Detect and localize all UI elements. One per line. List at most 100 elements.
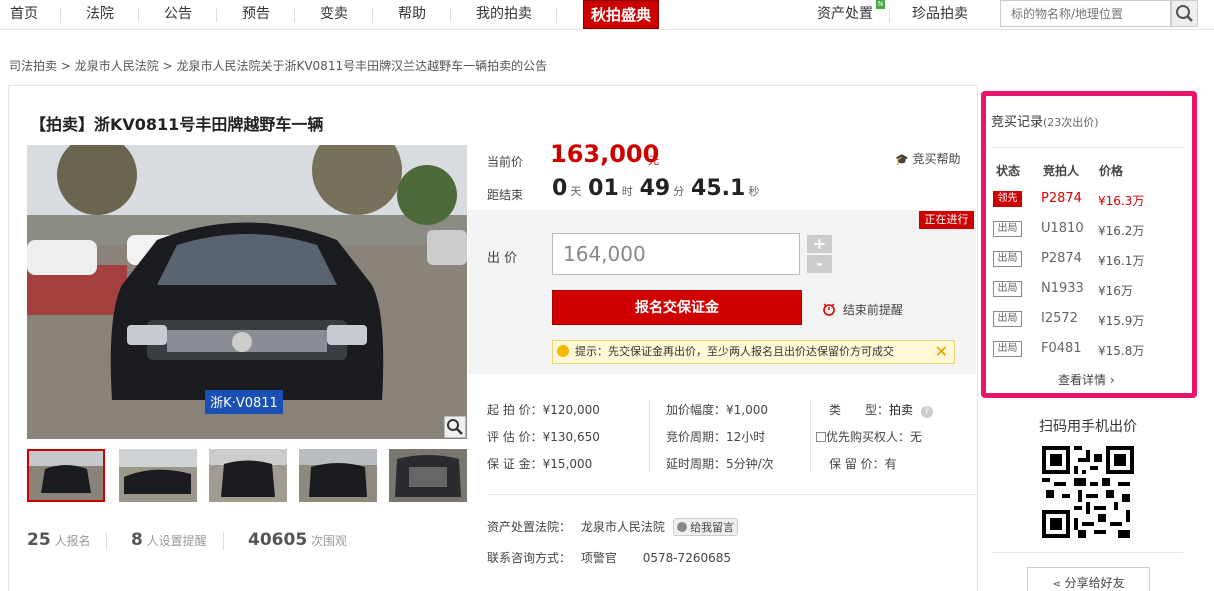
thumbnail[interactable] [119, 449, 197, 502]
nav-divider [556, 8, 557, 22]
bid-price: ¥15.8万 [1098, 344, 1145, 358]
nav-sales[interactable]: 变卖 [320, 4, 348, 26]
nav-previews[interactable]: 预告 [242, 4, 270, 26]
time-left-label: 距结束 [487, 188, 524, 202]
nav-treasures[interactable]: 珍品拍卖 [912, 4, 968, 26]
zoom-button[interactable] [444, 416, 466, 438]
bid-amount-input[interactable]: 164,000 [552, 233, 800, 275]
bid-increment: 加价幅度：¥1,000 [666, 403, 768, 417]
auction-type: 类 型：拍卖 ? [829, 401, 933, 418]
bid-cycle: 竞价周期：12小时 [666, 430, 766, 444]
appraisal-price: 评 估 价：¥130,650 [487, 430, 600, 444]
deposit-amount: 保 证 金：¥15,000 [487, 457, 593, 471]
divider [487, 494, 975, 495]
share-icon: ⋖ [1052, 579, 1061, 590]
thumbnail[interactable] [209, 449, 287, 502]
reminder-count: 8 人设置提醒 [131, 530, 207, 550]
bidder-id: U1810 [1041, 221, 1084, 236]
reserve-price: 保 留 价：有 [829, 457, 897, 471]
nav-my-auctions[interactable]: 我的拍卖 [476, 4, 532, 26]
stat-divider [106, 532, 107, 550]
search-input[interactable] [1000, 0, 1171, 27]
breadcrumb: 司法拍卖 > 龙泉市人民法院 > 龙泉市人民法院关于浙KV0811号丰田牌汉兰达… [9, 57, 547, 74]
checkbox-icon [816, 432, 826, 442]
nav-divider [294, 8, 295, 22]
license-plate: 浙K·V0811 [210, 396, 278, 411]
qr-title: 扫码用手机出价 [1039, 419, 1137, 435]
nav-divider [450, 8, 451, 22]
bid-price: ¥16.2万 [1098, 224, 1145, 238]
search-button[interactable] [1171, 0, 1198, 27]
status-badge: 领先 [993, 191, 1022, 207]
currency-unit: 元 [648, 154, 659, 167]
nav-announcements[interactable]: 公告 [164, 4, 192, 26]
nav-asset-disposal[interactable]: 资产处置 [817, 4, 873, 26]
view-details-link[interactable]: 查看详情 › [1058, 371, 1115, 388]
court-name[interactable]: 龙泉市人民法院 [581, 520, 665, 534]
question-icon[interactable]: ? [920, 406, 933, 418]
close-icon[interactable]: ✕ [935, 341, 948, 363]
pay-deposit-button[interactable]: 报名交保证金 [552, 290, 802, 325]
share-button[interactable]: ⋖ 分享给好友 [1027, 567, 1150, 591]
remind-before-end-link[interactable]: 结束前提醒 [822, 301, 903, 318]
bid-label: 出 价 [487, 251, 518, 266]
qr-code [1042, 446, 1134, 538]
bid-record-title: 竞买记录(23次出价) [991, 115, 1099, 130]
nav-home[interactable]: 首页 [10, 4, 38, 26]
thumbnail[interactable] [27, 449, 105, 502]
contact-info: 联系咨询方式： 项警官 0578-7260685 [487, 551, 731, 565]
thumbnail[interactable] [389, 449, 467, 502]
countdown-timer: 0天 01 时 49 分 45.1 秒 [552, 176, 760, 201]
divider [991, 552, 1183, 553]
bid-price: ¥16.3万 [1098, 194, 1145, 208]
nav-divider [372, 8, 373, 22]
priority-buyer: 优先购买权人：无 [816, 428, 922, 445]
leave-message-button[interactable]: 给我留言 [672, 518, 739, 536]
top-nav: 首页 法院 公告 预告 变卖 帮助 我的拍卖 秋拍盛典 资产处置 N 珍品拍卖 [0, 0, 1214, 30]
tip-text: 提示：先交保证金再出价，至少两人报名且出价达保留价方可成交 [575, 345, 894, 358]
nav-autumn-festival[interactable]: 秋拍盛典 [583, 0, 659, 29]
status-badge: 出局 [993, 311, 1022, 327]
page-title: 【拍卖】浙KV0811号丰田牌越野车一辆 [30, 115, 324, 134]
signup-count: 25 人报名 [27, 530, 91, 550]
bidder-id: N1933 [1041, 281, 1084, 296]
breadcrumb-item[interactable]: 龙泉市人民法院 [75, 59, 159, 73]
column-divider [810, 400, 811, 472]
decrease-bid-button[interactable]: - [807, 255, 832, 273]
start-price: 起 拍 价：¥120,000 [487, 403, 600, 417]
bid-price: ¥15.9万 [1098, 314, 1145, 328]
view-count: 40605 次围观 [248, 530, 347, 550]
thumbnail[interactable] [299, 449, 377, 502]
bidder-id: I2572 [1041, 311, 1078, 326]
column-divider [649, 400, 650, 472]
divider [991, 147, 1185, 148]
status-badge: 出局 [993, 251, 1022, 267]
nav-divider [216, 8, 217, 22]
header-price: 价格 [1099, 164, 1124, 178]
delay-period: 延时周期：5分钟/次 [666, 457, 774, 471]
chevron-right-icon: › [1109, 373, 1115, 387]
bid-help-link[interactable]: 🎓 竞买帮助 [895, 150, 961, 167]
magnifier-icon [447, 419, 463, 435]
status-badge: 正在进行 [919, 211, 974, 229]
breadcrumb-separator: > [162, 59, 173, 73]
graduation-cap-icon: 🎓 [895, 153, 909, 166]
nav-divider [60, 8, 61, 22]
nav-courts[interactable]: 法院 [86, 4, 114, 26]
increase-bid-button[interactable]: + [807, 235, 832, 253]
breadcrumb-item[interactable]: 龙泉市人民法院关于浙KV0811号丰田牌汉兰达越野车一辆拍卖的公告 [176, 59, 547, 73]
main-image[interactable]: 浙K·V0811 [27, 145, 467, 439]
bid-price: ¥16.1万 [1098, 254, 1145, 268]
bidder-id: P2874 [1041, 251, 1082, 266]
alarm-clock-icon [823, 303, 835, 316]
current-price: 163,000 [550, 140, 660, 168]
header-bidder: 竞拍人 [1043, 164, 1080, 178]
nav-divider [889, 8, 890, 22]
nav-help[interactable]: 帮助 [398, 4, 426, 26]
bidder-id: F0481 [1041, 341, 1082, 356]
court-info: 资产处置法院： 龙泉市人民法院 给我留言 [487, 518, 739, 536]
current-price-label: 当前价 [487, 155, 524, 169]
bid-price: ¥16万 [1098, 284, 1133, 298]
bidder-id: P2874 [1041, 191, 1082, 206]
breadcrumb-item[interactable]: 司法拍卖 [9, 59, 57, 73]
